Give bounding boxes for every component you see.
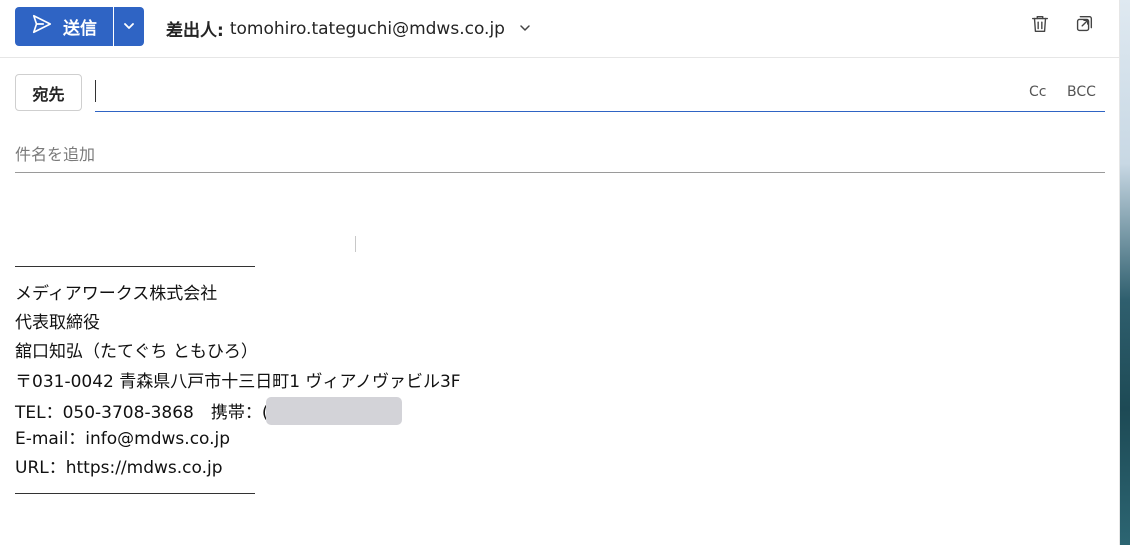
background-desktop-edge	[1119, 0, 1130, 545]
signature-top-rule	[15, 266, 255, 267]
redacted-mobile	[266, 397, 403, 425]
signature-company: メディアワークス株式会社	[15, 284, 218, 304]
trash-icon	[1029, 13, 1051, 39]
signature-phone-text: TEL：050-3708-3868 携帯：(	[15, 403, 269, 423]
signature-title: 代表取締役	[15, 313, 100, 333]
signature-bottom-rule	[15, 493, 255, 494]
compose-toolbar: 送信 差出人: tomohiro.tateguchi@mdws.co.jp	[0, 0, 1119, 58]
signature-email: E-mail：info@mdws.co.jp	[15, 429, 231, 449]
to-input[interactable]	[95, 74, 995, 110]
send-split-divider	[113, 7, 114, 46]
popout-button[interactable]	[1072, 14, 1096, 38]
compose-pane: 送信 差出人: tomohiro.tateguchi@mdws.co.jp 宛先…	[0, 0, 1119, 545]
mouse-ibeam	[355, 236, 356, 252]
text-caret	[95, 80, 96, 102]
from-address: tomohiro.tateguchi@mdws.co.jp	[229, 18, 505, 39]
message-body[interactable]: メディアワークス株式会社 代表取締役 舘口知弘（たてぐち ともひろ） 〒031-…	[15, 184, 1105, 544]
signature-address: 〒031-0042 青森県八戸市十三日町1 ヴィアノヴァビル3F	[15, 372, 461, 392]
from-label: 差出人:	[166, 21, 224, 41]
discard-button[interactable]	[1028, 14, 1052, 38]
to-button[interactable]: 宛先	[15, 74, 82, 111]
send-icon	[31, 13, 53, 40]
signature-name: 舘口知弘（たてぐち ともひろ）	[15, 342, 258, 362]
subject-input[interactable]	[15, 138, 1105, 170]
send-button[interactable]: 送信	[15, 7, 113, 46]
send-button-group: 送信	[15, 7, 144, 46]
send-options-button[interactable]	[114, 7, 144, 46]
signature-phone: TEL：050-3708-3868 携帯：(	[15, 397, 403, 427]
send-label: 送信	[63, 19, 97, 39]
bcc-button[interactable]: BCC	[1067, 84, 1096, 100]
edge-divider	[1119, 0, 1120, 545]
from-selector[interactable]: 差出人: tomohiro.tateguchi@mdws.co.jp	[166, 16, 531, 41]
subject-field[interactable]	[15, 138, 1105, 173]
chevron-down-icon	[123, 17, 135, 36]
signature-url: URL：https://mdws.co.jp	[15, 458, 223, 478]
popout-icon	[1073, 13, 1095, 39]
to-field[interactable]: Cc BCC	[95, 74, 1105, 112]
chevron-down-icon	[515, 19, 531, 39]
cc-button[interactable]: Cc	[1029, 84, 1046, 100]
